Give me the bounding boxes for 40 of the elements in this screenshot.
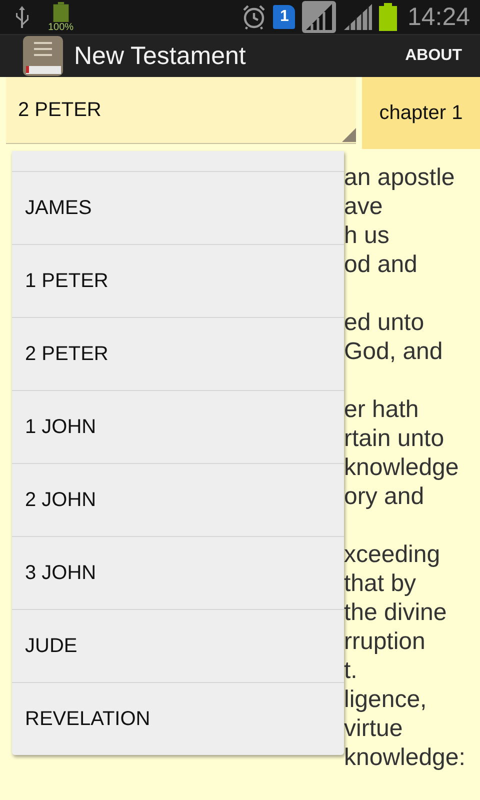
verse-text-line: er hath [344,395,419,424]
clock-time: 14:24 [407,2,470,32]
battery-percent: 100% [48,22,74,32]
usb-icon [14,5,30,29]
verse-text-line: t. [344,656,358,685]
about-button[interactable]: ABOUT [405,43,462,69]
book-option[interactable]: 2 JOHN [12,464,344,537]
book-option[interactable]: JAMES [12,172,344,245]
sim-badge: 1 [273,5,296,29]
verse-text-line: God, and [344,337,443,366]
book-option[interactable]: 1 PETER [12,245,344,318]
app-title: New Testament [74,42,247,70]
verse-text-line: ory and [344,482,424,511]
verse-text-line: rruption [344,627,426,656]
verse-text-line: knowledge: [344,743,466,772]
verse-text-line: ave [344,192,383,221]
book-option[interactable]: 1 JOHN [12,391,344,464]
book-option[interactable]: 3 JOHN [12,537,344,610]
signal-icon [343,3,374,31]
chapter-button[interactable]: chapter 1 [362,77,480,149]
book-option[interactable]: 2 PETER [12,318,344,391]
verse-text-line: the divine [344,598,447,627]
verse-text-line: virtue [344,714,403,743]
verse-text-line: that by [344,569,416,598]
book-option[interactable]: JUDE [12,610,344,683]
verse-text-line: xceeding [344,540,440,569]
verse-text-line: od and [344,250,418,279]
book-icon [22,35,64,77]
battery-icon [52,2,70,22]
dropdown-corner-icon [342,128,356,142]
book-option[interactable]: REVELATION [12,683,344,755]
verse-text-line: knowledge [344,453,459,482]
battery-icon [379,3,398,31]
verse-text-line: rtain unto [344,424,444,453]
book-dropdown[interactable]: 2 PETER [6,77,356,144]
alarm-clock-icon [241,4,268,30]
verse-text-line: an apostle [344,163,455,192]
verse-text-line: ligence, [344,685,427,714]
verse-text-line: ed unto [344,308,424,337]
verse-text-line: h us [344,221,390,250]
